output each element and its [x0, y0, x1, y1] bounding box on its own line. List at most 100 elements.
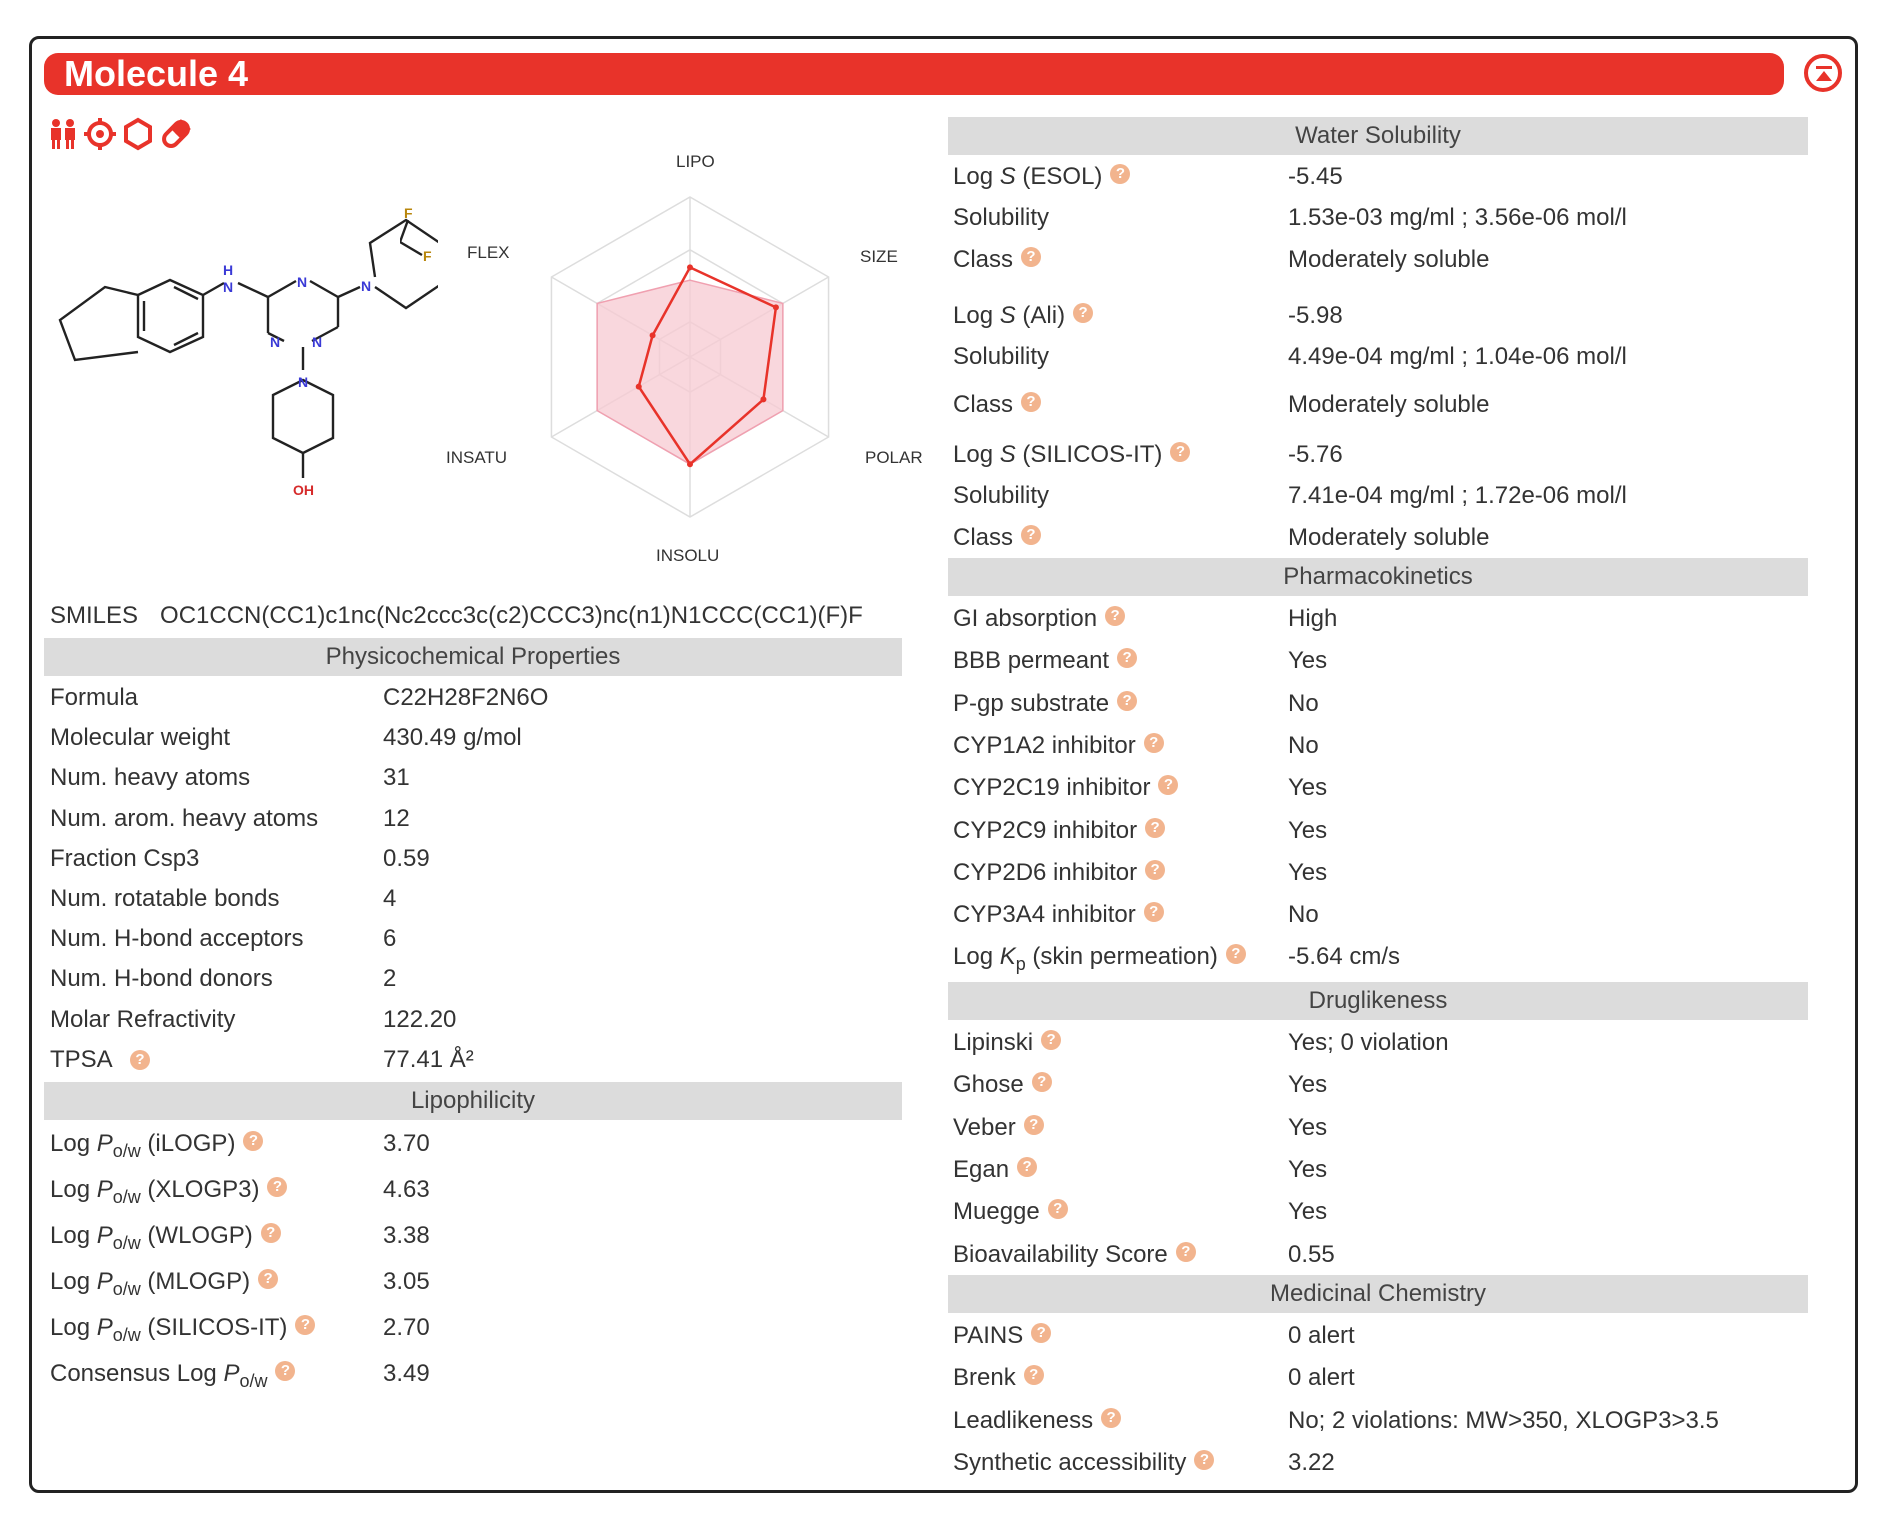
- help-icon[interactable]: ?: [1017, 1156, 1038, 1177]
- help-icon[interactable]: ?: [267, 1177, 288, 1197]
- help-icon[interactable]: ?: [1143, 732, 1164, 753]
- help-icon[interactable]: ?: [1041, 1030, 1062, 1050]
- physchem-key: Formula: [50, 684, 139, 711]
- help-icon[interactable]: ?: [1143, 902, 1164, 923]
- help-icon[interactable]: ?: [275, 1361, 296, 1381]
- help-icon[interactable]: ?: [1023, 1365, 1044, 1386]
- lipophilicity-method: (iLOGP): [147, 1130, 236, 1157]
- help-icon[interactable]: ?: [1145, 859, 1166, 880]
- help-icon[interactable]: ?: [1021, 525, 1042, 545]
- druglikeness-label: Lipinski: [953, 1029, 1034, 1056]
- druglikeness-value: Yes: [1288, 1113, 1328, 1141]
- medchem-value: 3.22: [1288, 1448, 1335, 1476]
- physchem-value: 31: [383, 764, 410, 792]
- medchem-row: Brenk? 0 alert: [953, 1358, 1803, 1398]
- pk-label: BBB permeant: [953, 647, 1110, 675]
- target-icon[interactable]: [83, 117, 117, 151]
- lipophilicity-method: (MLOGP): [147, 1268, 251, 1295]
- log-label: Log: [953, 441, 994, 468]
- help-icon[interactable]: ?: [130, 1049, 150, 1070]
- solubility-key: Solubility: [953, 204, 1050, 231]
- help-icon[interactable]: ?: [1105, 606, 1126, 626]
- help-icon[interactable]: ?: [1110, 164, 1131, 184]
- physchem-row: Num. heavy atoms 31: [50, 758, 890, 798]
- druglikeness-header: Druglikeness: [948, 982, 1808, 1020]
- medchem-row: Leadlikeness? No; 2 violations: MW>350, X…: [953, 1401, 1803, 1441]
- medchem-row: Synthetic accessibility? 3.22: [953, 1443, 1803, 1483]
- class-key: Class?: [953, 240, 1042, 280]
- radar-point: [687, 264, 693, 271]
- help-icon[interactable]: ?: [1225, 944, 1246, 965]
- help-icon[interactable]: ?: [1021, 247, 1042, 267]
- physchem-row: Num. rotatable bonds 4: [50, 879, 890, 919]
- log-label: Log: [50, 1268, 91, 1295]
- medchem-key: Synthetic accessibility?: [953, 1443, 1215, 1483]
- class-row: Class? Moderately soluble: [953, 385, 1793, 425]
- help-icon[interactable]: ?: [243, 1131, 264, 1151]
- help-icon[interactable]: ?: [1023, 1114, 1044, 1135]
- atom-f: F: [423, 248, 432, 264]
- physchem-row: Fraction Csp3 0.59: [50, 839, 890, 879]
- solubility-row: Solubility 7.41e-04 mg/ml ; 1.72e-06 mol/…: [953, 476, 1793, 516]
- help-icon[interactable]: ?: [295, 1315, 316, 1335]
- ow-subscript: o/w: [112, 1278, 141, 1299]
- pk-label: CYP2D6 inhibitor: [953, 858, 1138, 886]
- p-symbol: P: [96, 1268, 113, 1295]
- help-icon[interactable]: ?: [1158, 775, 1179, 796]
- physchem-key: Num. rotatable bonds: [50, 885, 280, 912]
- consensus-row: Consensus Log Po/w? 3.49: [50, 1354, 890, 1394]
- help-icon[interactable]: ?: [258, 1269, 279, 1289]
- logs-row: Log S (Ali)? -5.98: [953, 296, 1793, 336]
- physchem-value: 122.20: [383, 1005, 457, 1033]
- k-symbol: K: [999, 943, 1016, 971]
- hexagon-icon[interactable]: [121, 117, 155, 151]
- radar-label-polar: POLAR: [865, 448, 923, 467]
- help-icon[interactable]: ?: [1073, 303, 1094, 323]
- help-icon[interactable]: ?: [1117, 690, 1138, 711]
- help-icon[interactable]: ?: [1170, 442, 1191, 462]
- druglikeness-row: Ghose? Yes: [953, 1065, 1803, 1105]
- pk-key: CYP2C19 inhibitor?: [953, 768, 1179, 808]
- physchem-key: Num. H-bond donors: [50, 965, 273, 993]
- druglikeness-row: Veber? Yes: [953, 1108, 1803, 1148]
- p-symbol: P: [223, 1360, 240, 1387]
- help-icon[interactable]: ?: [1031, 1323, 1052, 1343]
- pill-icon[interactable]: [159, 117, 193, 151]
- fluorine-labels: F F: [400, 205, 432, 264]
- people-icon[interactable]: [46, 117, 80, 151]
- physchem-row: Formula C22H28F2N6O: [50, 678, 890, 718]
- logs-method: (ESOL): [1022, 163, 1103, 190]
- help-icon[interactable]: ?: [260, 1223, 281, 1243]
- atom-n: N: [312, 334, 322, 350]
- radar-point: [760, 396, 767, 403]
- help-icon[interactable]: ?: [1031, 1072, 1052, 1093]
- atom-f: F: [404, 205, 413, 221]
- help-icon[interactable]: ?: [1175, 1241, 1196, 1262]
- pk-value: No: [1288, 731, 1319, 759]
- physchem-key: Num. H-bond acceptors: [50, 925, 304, 953]
- druglikeness-label: Veber: [953, 1113, 1016, 1141]
- help-icon[interactable]: ?: [1117, 648, 1138, 669]
- pharmacokinetics-header: Pharmacokinetics: [948, 558, 1808, 596]
- pk-value: High: [1288, 605, 1338, 632]
- p-symbol: P: [96, 1314, 113, 1341]
- molecule-structure: H N N N N N N OH: [58, 218, 438, 498]
- atom-n: N: [223, 279, 233, 295]
- help-icon[interactable]: ?: [1101, 1407, 1122, 1428]
- pk-value: Yes: [1288, 858, 1328, 886]
- help-icon[interactable]: ?: [1047, 1199, 1068, 1220]
- physchem-row: Num. H-bond donors 2: [50, 959, 890, 999]
- class-label: Class: [953, 246, 1014, 273]
- class-row: Class? Moderately soluble: [953, 518, 1793, 558]
- molecule-title: Molecule 4: [64, 53, 249, 94]
- help-icon[interactable]: ?: [1145, 817, 1166, 838]
- collapse-button[interactable]: [1804, 54, 1842, 92]
- ow-subscript: o/w: [112, 1140, 141, 1161]
- logs-row: Log S (SILICOS-IT)? -5.76: [953, 435, 1793, 475]
- help-icon[interactable]: ?: [1021, 392, 1042, 412]
- class-key: Class?: [953, 518, 1042, 558]
- ow-subscript: o/w: [112, 1232, 141, 1253]
- druglikeness-row: Muegge? Yes: [953, 1192, 1803, 1232]
- druglikeness-key: Lipinski?: [953, 1023, 1062, 1063]
- help-icon[interactable]: ?: [1194, 1449, 1215, 1470]
